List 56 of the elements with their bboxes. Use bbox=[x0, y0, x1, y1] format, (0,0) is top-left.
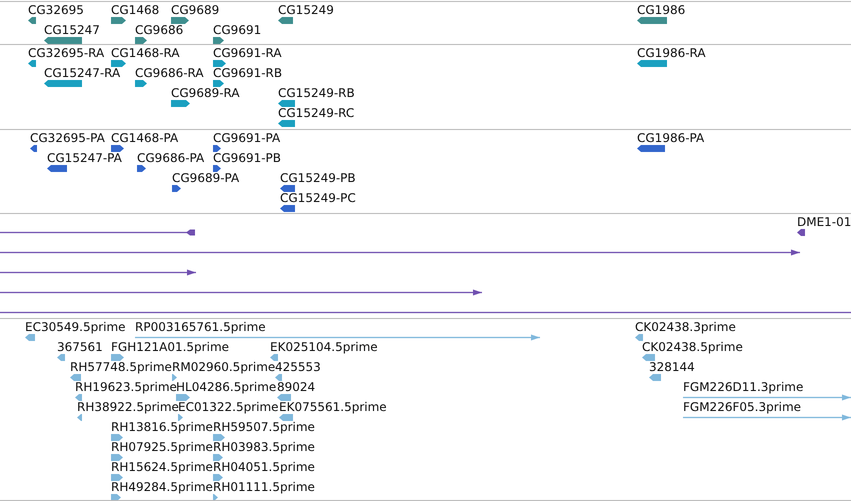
feature-label: CG1468-RA bbox=[111, 46, 180, 60]
feature-label: CG9686-PA bbox=[137, 151, 204, 165]
feature-label: 89024 bbox=[277, 380, 316, 394]
feature-label: CG15247 bbox=[44, 23, 100, 37]
feature-label: CG1986-RA bbox=[637, 46, 706, 60]
feature-label: DME1-01 bbox=[797, 215, 851, 229]
feature-label: RP003165761.5prime bbox=[135, 320, 266, 334]
feature-label: CG32695 bbox=[28, 3, 84, 17]
feature-label: EK075561.5prime bbox=[279, 400, 387, 414]
feature-label: HL04286.5prime bbox=[176, 380, 276, 394]
feature-label: CG15247-RA bbox=[44, 66, 120, 80]
feature-label: RH03983.5prime bbox=[213, 440, 315, 454]
feature-label: CG9686 bbox=[135, 23, 184, 37]
feature-label: CG15247-PA bbox=[47, 151, 122, 165]
feature-label: EC30549.5prime bbox=[25, 320, 126, 334]
feature-label: RH57748.5prime bbox=[70, 360, 172, 374]
feature-label: RH19623.5prime bbox=[75, 380, 177, 394]
feature-label: FGM226F05.3prime bbox=[683, 400, 802, 414]
feature-label: CG32695-PA bbox=[30, 131, 105, 145]
feature-label: CG15249-PC bbox=[280, 191, 356, 205]
feature-label: CG9691-PB bbox=[213, 151, 282, 165]
feature-label: CK02438.3prime bbox=[635, 320, 736, 334]
feature-label: CG15249-PB bbox=[280, 171, 356, 185]
feature-label: RH38922.5prime bbox=[77, 400, 179, 414]
feature-label: EK025104.5prime bbox=[270, 340, 378, 354]
feature-label: CG9689-PA bbox=[172, 171, 240, 185]
feature-label: CG9691 bbox=[213, 23, 262, 37]
feature-label: RH49284.5prime bbox=[111, 480, 213, 494]
feature-label: CG1986-PA bbox=[637, 131, 704, 145]
feature-label: RM02960.5prime bbox=[172, 360, 276, 374]
feature-label: RH04051.5prime bbox=[213, 460, 315, 474]
feature-label: 425553 bbox=[275, 360, 321, 374]
feature-label: CG15249-RB bbox=[278, 86, 355, 100]
feature-label: CG1468 bbox=[111, 3, 160, 17]
feature-label: RH01111.5prime bbox=[213, 480, 315, 494]
feature-label: CG9691-RA bbox=[213, 46, 282, 60]
feature-label: CG1986 bbox=[637, 3, 686, 17]
feature-label: CG9691-RB bbox=[213, 66, 282, 80]
feature-label: CG9689-RA bbox=[171, 86, 240, 100]
feature-label: CK02438.5prime bbox=[642, 340, 743, 354]
feature-label: FGM226D11.3prime bbox=[683, 380, 804, 394]
feature-label: RH15624.5prime bbox=[111, 460, 213, 474]
feature-label: EC01322.5prime bbox=[178, 400, 279, 414]
feature-label: 328144 bbox=[649, 360, 695, 374]
feature-label: CG9691-PA bbox=[213, 131, 280, 145]
feature-label: RH13816.5prime bbox=[111, 420, 213, 434]
feature-label: RH59507.5prime bbox=[213, 420, 315, 434]
feature-label: CG15249-RC bbox=[278, 106, 354, 120]
feature-label: CG32695-RA bbox=[28, 46, 104, 60]
feature-label: FGH121A01.5prime bbox=[111, 340, 230, 354]
feature-label: CG15249 bbox=[278, 3, 334, 17]
feature-label: CG9689 bbox=[171, 3, 220, 17]
feature-label: RH07925.5prime bbox=[111, 440, 213, 454]
feature-label: CG1468-PA bbox=[111, 131, 178, 145]
feature-label: CG9686-RA bbox=[135, 66, 204, 80]
feature-label: 367561 bbox=[57, 340, 103, 354]
